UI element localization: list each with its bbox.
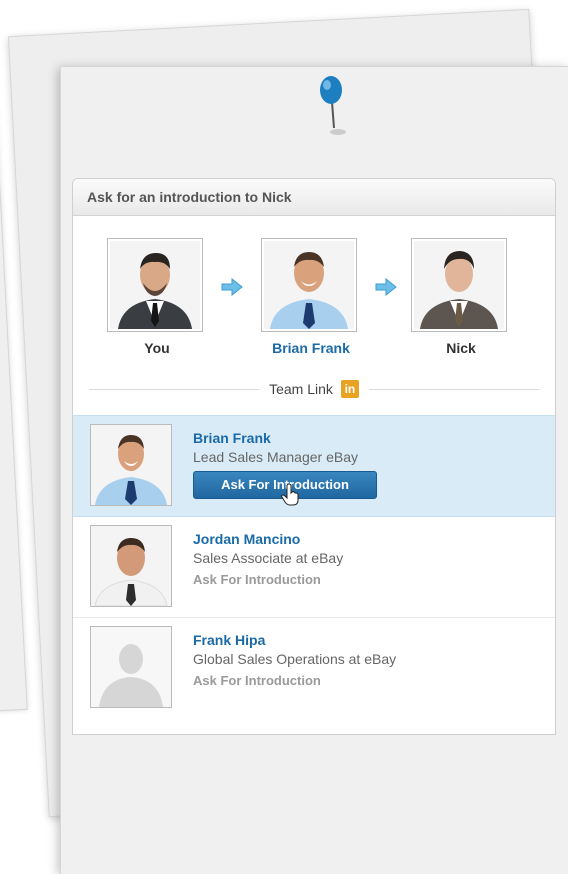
connection-title: Global Sales Operations at eBay [193, 651, 397, 667]
connection-info: Jordan Mancino Sales Associate at eBay A… [193, 531, 343, 587]
brian-frank-avatar [261, 238, 357, 332]
connection-title: Lead Sales Manager eBay [193, 449, 358, 465]
path-person-brian-frank[interactable]: Brian Frank [261, 238, 361, 356]
introduction-path: You Brian Frank Nick [73, 216, 555, 356]
divider-line [89, 388, 260, 390]
path-name-nick: Nick [446, 340, 476, 356]
path-name-you: You [144, 340, 170, 356]
team-link-divider: Team Link in [89, 379, 539, 399]
connection-info: Frank Hipa Global Sales Operations at eB… [193, 632, 396, 688]
connection-name[interactable]: Frank Hipa [193, 632, 396, 648]
ask-for-introduction-button[interactable]: Ask For Introduction [193, 471, 377, 506]
linkedin-icon: in [340, 380, 359, 398]
avatar [90, 424, 172, 506]
nick-avatar [411, 238, 507, 332]
hand-cursor-icon [281, 484, 299, 506]
divider-line [368, 388, 539, 390]
connection-title: Sales Associate at eBay [193, 550, 344, 566]
path-person-nick[interactable]: Nick [411, 238, 511, 356]
arrow-right-icon [375, 278, 397, 296]
connection-list: Brian Frank Lead Sales Manager eBay Ask … [73, 415, 555, 718]
default-user-icon [91, 627, 171, 707]
path-name-brian-frank[interactable]: Brian Frank [261, 340, 361, 356]
push-pin-icon [320, 76, 346, 135]
ask-for-introduction-link[interactable]: Ask For Introduction [193, 673, 396, 688]
list-item[interactable]: Frank Hipa Global Sales Operations at eB… [73, 618, 555, 718]
introduction-panel: Ask for an introduction to Nick You Bria… [72, 178, 556, 735]
arrow-right-icon [221, 278, 243, 296]
avatar-placeholder [90, 626, 172, 708]
you-avatar [107, 238, 203, 332]
list-item[interactable]: Brian Frank Lead Sales Manager eBay Ask … [73, 415, 555, 517]
avatar [90, 525, 172, 607]
team-link-label: Team Link [269, 381, 333, 397]
panel-title: Ask for an introduction to Nick [73, 179, 555, 216]
path-person-you[interactable]: You [107, 238, 207, 356]
list-item[interactable]: Jordan Mancino Sales Associate at eBay A… [73, 517, 555, 618]
connection-name[interactable]: Brian Frank [193, 430, 377, 446]
connection-name[interactable]: Jordan Mancino [193, 531, 343, 547]
team-link-label-group: Team Link in [259, 380, 369, 398]
ask-for-introduction-link[interactable]: Ask For Introduction [193, 572, 343, 587]
connection-info: Brian Frank Lead Sales Manager eBay Ask … [193, 430, 377, 506]
